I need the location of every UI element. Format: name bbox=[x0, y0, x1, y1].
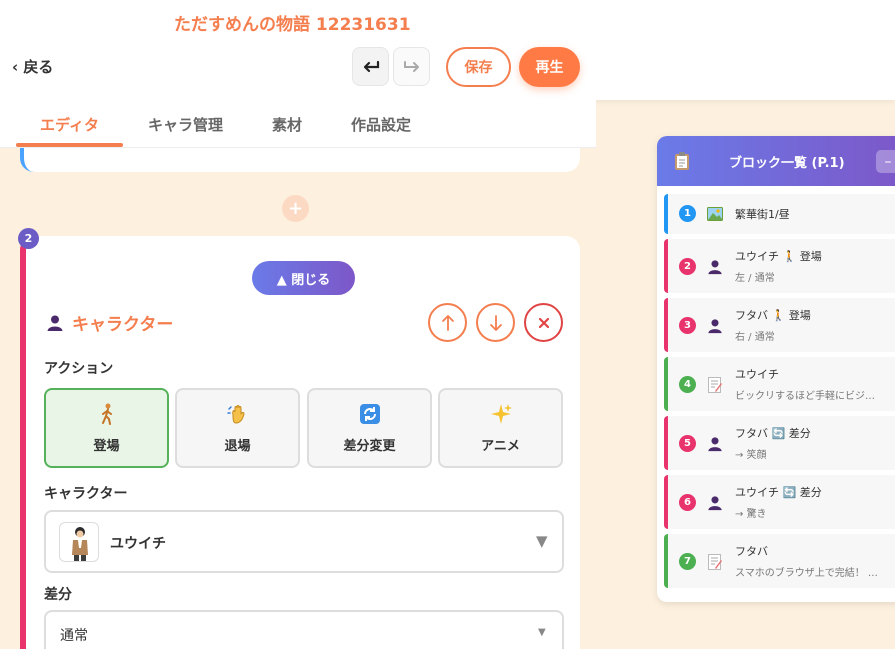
play-button[interactable]: 再生 bbox=[519, 47, 580, 87]
tab-character-management[interactable]: キャラ管理 bbox=[133, 100, 238, 148]
block-list-item[interactable]: 6 ユウイチ 🔄 差分 → 驚き bbox=[664, 475, 895, 529]
block-number: 5 bbox=[679, 435, 696, 452]
block-item-title: フタバ 🔄 差分 bbox=[735, 427, 811, 440]
block-list-item[interactable]: 2 ユウイチ 🚶 登場 左 / 通常 bbox=[664, 239, 895, 293]
block-item-title: ユウイチ bbox=[735, 368, 779, 381]
block-list-item[interactable]: 7 フタバ スマホのブラウザ上で完結！ … bbox=[664, 534, 895, 588]
block-number: 4 bbox=[679, 376, 696, 393]
story-title: ただすめんの物語 12231631 bbox=[174, 15, 411, 35]
move-up-button[interactable] bbox=[428, 303, 467, 342]
undo-icon bbox=[363, 60, 379, 72]
block-list-panel: ブロック一覧 (P.1) – 1 繁華街1/昼 2 ユウイチ 🚶 登場 左 / … bbox=[657, 136, 895, 602]
clipboard-icon bbox=[675, 152, 689, 170]
block-list-item[interactable]: 3 フタバ 🚶 登場 右 / 通常 bbox=[664, 298, 895, 352]
memo-icon bbox=[706, 553, 724, 571]
add-block-button[interactable]: + bbox=[282, 195, 309, 222]
active-tab-indicator bbox=[16, 143, 123, 147]
block-item-title: ユウイチ 🚶 登場 bbox=[735, 250, 822, 263]
block-list-title: ブロック一覧 (P.1) bbox=[729, 156, 845, 171]
action-enter-option[interactable]: 登場 bbox=[44, 388, 169, 468]
block-list-header: ブロック一覧 (P.1) – bbox=[657, 136, 895, 186]
action-label: アクション bbox=[44, 361, 114, 377]
block-item-title: 繁華街1/昼 bbox=[735, 208, 790, 221]
previous-block-card bbox=[20, 148, 580, 172]
block-item-detail: ビックリするほど手軽にビジ… bbox=[735, 391, 875, 402]
block-number: 2 bbox=[679, 258, 696, 275]
image-icon bbox=[706, 205, 724, 223]
diff-label: 差分 bbox=[44, 587, 72, 603]
action-change-diff-option[interactable]: 差分変更 bbox=[307, 388, 432, 468]
waving-hand-icon bbox=[226, 404, 245, 424]
person-icon bbox=[47, 315, 63, 331]
character-select[interactable]: ユウイチ ▼ bbox=[44, 510, 564, 573]
close-icon bbox=[538, 317, 549, 328]
collapse-block-button[interactable]: ▲ 閉じる bbox=[252, 261, 355, 295]
memo-icon bbox=[706, 376, 724, 394]
sparkles-icon bbox=[490, 403, 512, 424]
action-exit-label: 退場 bbox=[224, 438, 251, 454]
block-number: 6 bbox=[679, 494, 696, 511]
block-item-detail: 左 / 通常 bbox=[735, 273, 775, 284]
person-icon bbox=[706, 258, 724, 276]
block-number: 7 bbox=[679, 553, 696, 570]
character-avatar bbox=[59, 522, 99, 562]
person-icon bbox=[706, 317, 724, 335]
block-item-title: フタバ 🚶 登場 bbox=[735, 309, 811, 322]
block-title-text: キャラクター bbox=[72, 315, 174, 335]
save-button[interactable]: 保存 bbox=[446, 47, 511, 87]
back-button[interactable]: ‹ 戻る bbox=[12, 56, 53, 77]
arrow-up-icon bbox=[441, 314, 454, 331]
block-list-item[interactable]: 5 フタバ 🔄 差分 → 笑顔 bbox=[664, 416, 895, 470]
refresh-icon bbox=[359, 403, 380, 424]
character-name: ユウイチ bbox=[110, 536, 166, 552]
block-item-detail: → 驚き bbox=[735, 509, 767, 520]
redo-icon bbox=[403, 60, 419, 72]
delete-block-button[interactable] bbox=[524, 303, 563, 342]
tab-editor[interactable]: エディタ bbox=[16, 100, 123, 148]
undo-button[interactable] bbox=[352, 47, 389, 86]
diff-select[interactable]: 通常 ▼ bbox=[44, 610, 564, 649]
minimize-button[interactable]: – bbox=[876, 150, 895, 173]
action-change-diff-label: 差分変更 bbox=[343, 438, 396, 454]
move-down-button[interactable] bbox=[476, 303, 515, 342]
block-item-detail: スマホのブラウザ上で完結！ … bbox=[735, 568, 878, 579]
action-animation-option[interactable]: アニメ bbox=[438, 388, 563, 468]
diff-value: 通常 bbox=[60, 628, 88, 644]
chevron-down-icon: ▼ bbox=[538, 627, 546, 638]
block-item-detail: → 笑顔 bbox=[735, 450, 767, 461]
redo-button[interactable] bbox=[393, 47, 430, 86]
block-title: キャラクター bbox=[46, 310, 173, 335]
person-icon bbox=[706, 494, 724, 512]
arrow-down-icon bbox=[489, 314, 502, 331]
walking-person-icon bbox=[101, 403, 112, 425]
block-item-title: フタバ bbox=[735, 545, 768, 558]
block-list-item[interactable]: 4 ユウイチ ビックリするほど手軽にビジ… bbox=[664, 357, 895, 411]
block-list-item[interactable]: 1 繁華街1/昼 bbox=[664, 194, 895, 234]
chevron-down-icon: ▼ bbox=[536, 532, 548, 550]
block-number: 3 bbox=[679, 317, 696, 334]
block-number: 1 bbox=[679, 205, 696, 222]
tab-work-settings[interactable]: 作品設定 bbox=[336, 100, 426, 148]
action-enter-label: 登場 bbox=[93, 438, 120, 454]
action-exit-option[interactable]: 退場 bbox=[175, 388, 300, 468]
block-number-badge: 2 bbox=[18, 228, 39, 249]
character-label: キャラクター bbox=[44, 486, 128, 502]
app-header: ただすめんの物語 12231631 ‹ 戻る 保存 再生 bbox=[0, 0, 895, 100]
tab-materials[interactable]: 素材 bbox=[254, 100, 320, 148]
person-icon bbox=[706, 435, 724, 453]
block-item-detail: 右 / 通常 bbox=[735, 332, 775, 343]
editor-tabs: エディタ キャラ管理 素材 作品設定 bbox=[0, 100, 596, 148]
action-animation-label: アニメ bbox=[481, 438, 520, 454]
block-item-title: ユウイチ 🔄 差分 bbox=[735, 486, 822, 499]
